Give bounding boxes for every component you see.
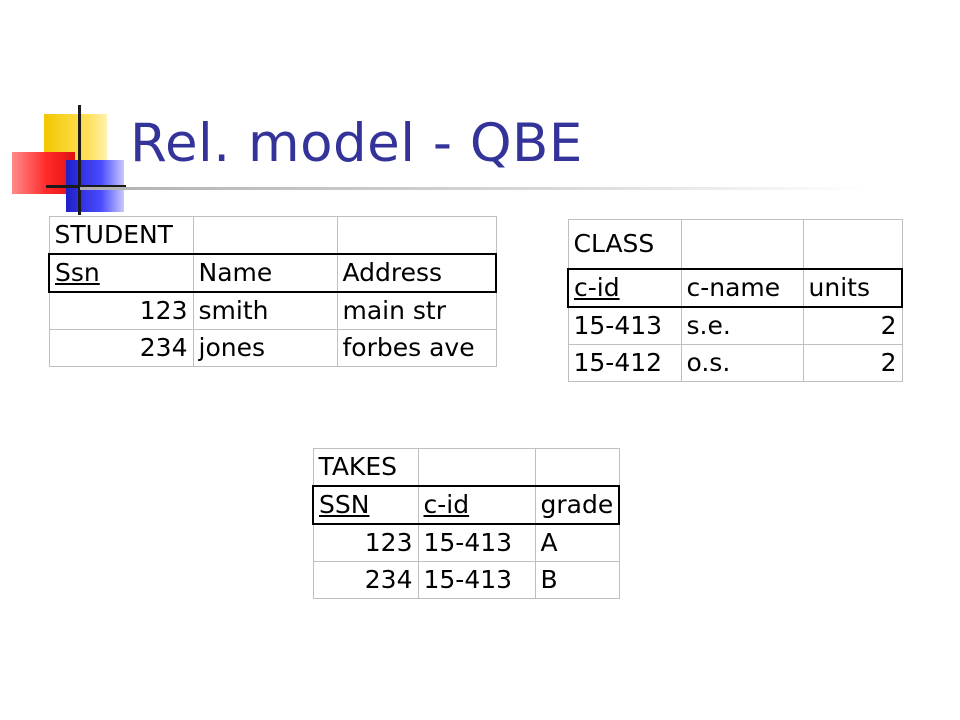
- table-cell: 123: [312, 523, 419, 562]
- table-cell: 234: [48, 329, 194, 367]
- table-cell: jones: [192, 329, 338, 367]
- class-table: CLASS c-id c-name units 15-413 s.e. 2 15…: [567, 219, 903, 382]
- table-name-cell: TAKES: [312, 448, 419, 487]
- field-header-row: c-id c-name units: [567, 268, 903, 308]
- table-cell: o.s.: [680, 344, 804, 382]
- table-cell: 2: [802, 344, 903, 382]
- field-cell: Name: [192, 253, 338, 293]
- field-cell: Address: [336, 253, 497, 293]
- table-cell: 15-412: [567, 344, 682, 382]
- empty-cell: [534, 448, 620, 487]
- slide-title: Rel. model - QBE: [130, 113, 583, 174]
- table-name-cell: CLASS: [567, 219, 682, 270]
- table-row: 234 15-413 B: [312, 561, 620, 599]
- table-row: 123 15-413 A: [312, 523, 620, 562]
- table-cell: main str: [336, 291, 497, 330]
- student-table: STUDENT Ssn Name Address 123 smith main …: [48, 216, 497, 367]
- table-cell: B: [534, 561, 620, 599]
- table-row: 15-412 o.s. 2: [567, 344, 903, 382]
- title-underline-rule: [80, 187, 870, 190]
- key-field-cell: Ssn: [48, 253, 194, 293]
- table-cell: forbes ave: [336, 329, 497, 367]
- slide: Rel. model - QBE STUDENT Ssn Name Addres…: [0, 0, 960, 720]
- key-field-cell: c-id: [417, 485, 536, 525]
- table-row: 234 jones forbes ave: [48, 329, 497, 367]
- table-row: 123 smith main str: [48, 291, 497, 330]
- table-cell: 15-413: [417, 561, 536, 599]
- field-cell: c-name: [680, 268, 804, 308]
- table-cell: 15-413: [567, 306, 682, 345]
- empty-cell: [802, 219, 903, 270]
- slide-logo-decoration: [0, 0, 130, 230]
- table-cell: A: [534, 523, 620, 562]
- key-field-cell: c-id: [567, 268, 682, 308]
- empty-cell: [336, 216, 497, 255]
- takes-table: TAKES SSN c-id grade 123 15-413 A 234 15…: [312, 448, 620, 599]
- field-header-row: SSN c-id grade: [312, 485, 620, 525]
- logo-vertical-line: [78, 105, 81, 215]
- table-name-row: CLASS: [567, 219, 903, 270]
- table-cell: 2: [802, 306, 903, 345]
- table-name-row: TAKES: [312, 448, 620, 487]
- empty-cell: [192, 216, 338, 255]
- empty-cell: [680, 219, 804, 270]
- table-name-cell: STUDENT: [48, 216, 194, 255]
- table-cell: smith: [192, 291, 338, 330]
- field-header-row: Ssn Name Address: [48, 253, 497, 293]
- table-name-row: STUDENT: [48, 216, 497, 255]
- table-row: 15-413 s.e. 2: [567, 306, 903, 345]
- field-cell: units: [802, 268, 903, 308]
- table-cell: 15-413: [417, 523, 536, 562]
- table-cell: 234: [312, 561, 419, 599]
- key-field-cell: SSN: [312, 485, 419, 525]
- empty-cell: [417, 448, 536, 487]
- table-cell: 123: [48, 291, 194, 330]
- table-cell: s.e.: [680, 306, 804, 345]
- field-cell: grade: [534, 485, 620, 525]
